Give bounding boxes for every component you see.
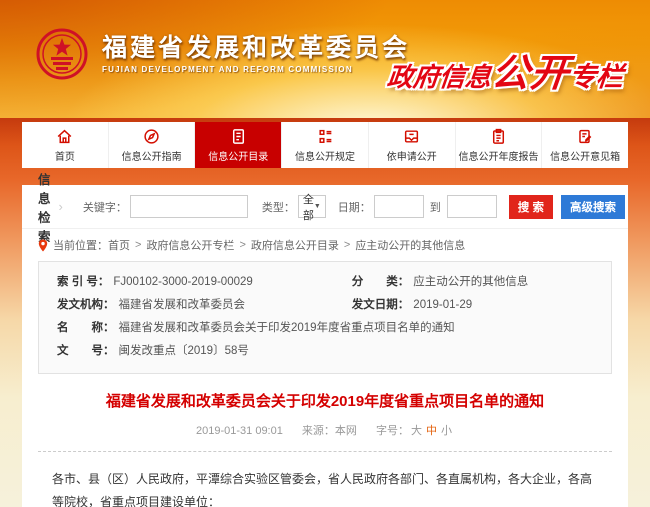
- meta-agency: 发文机构： 福建省发展和改革委员会: [57, 294, 352, 317]
- compass-icon: [143, 128, 160, 145]
- nav-item-label: 信息公开目录: [208, 148, 268, 163]
- home-icon: [56, 128, 73, 145]
- mailbox-icon: [577, 128, 594, 145]
- meta-index-label: 索 引 号：: [57, 271, 109, 294]
- nav-item-annual-report[interactable]: 信息公开年度报告: [456, 122, 543, 168]
- breadcrumb-item-column[interactable]: 政府信息公开专栏: [146, 237, 234, 253]
- breadcrumb-item-current[interactable]: 应主动公开的其他信息: [355, 237, 465, 253]
- nav-item-catalog[interactable]: 信息公开目录: [195, 122, 282, 168]
- fontsize-medium-button[interactable]: 中: [426, 425, 437, 437]
- date-to-label: 到: [430, 199, 441, 215]
- column-title: 政府信息公开专栏: [385, 42, 627, 97]
- document-meta-box: 索 引 号： FJ00102-3000-2019-00029 分 类： 应主动公…: [38, 261, 612, 374]
- keyword-label: 关键字：: [83, 199, 127, 215]
- date-from-input[interactable]: [374, 195, 424, 218]
- meta-row: 文 号： 闽发改重点〔2019〕58号: [57, 340, 593, 363]
- mail-icon: [403, 128, 420, 145]
- meta-agency-value: 福建省发展和改革委员会: [119, 294, 246, 317]
- article-paragraph-salutation: 各市、县（区）人民政府，平潭综合实验区管委会，省人民政府各部门、各直属机构，各大…: [52, 468, 598, 507]
- meta-name: 名 称： 福建省发展和改革委员会关于印发2019年度省重点项目名单的通知: [57, 317, 455, 340]
- meta-category: 分 类： 应主动公开的其他信息: [352, 271, 593, 294]
- meta-docno-value: 闽发改重点〔2019〕58号: [119, 340, 249, 363]
- article-title: 福建省发展和改革委员会关于印发2019年度省重点项目名单的通知: [22, 390, 628, 411]
- meta-docno: 文 号： 闽发改重点〔2019〕58号: [57, 340, 249, 363]
- nav-item-label: 信息公开年度报告: [458, 148, 538, 163]
- nav-item-rules[interactable]: 信息公开规定: [282, 122, 369, 168]
- main-nav: 首页 信息公开指南 信息公开目录 信息公开规定 依申请公开: [22, 122, 628, 168]
- main-panel: 信息检索 › 关键字： 类型： 全部 ▼ 日期： 到 搜 索 高级搜索 当前位置…: [22, 185, 628, 507]
- breadcrumb-item-home[interactable]: 首页: [108, 237, 130, 253]
- meta-docno-label: 文 号：: [57, 340, 115, 363]
- type-select-value: 全部: [303, 191, 314, 223]
- nav-item-guide[interactable]: 信息公开指南: [109, 122, 196, 168]
- article-body: 各市、县（区）人民政府，平潭综合实验区管委会，省人民政府各部门、各直属机构，各大…: [52, 468, 598, 507]
- meta-pubdate-label: 发文日期：: [352, 294, 410, 317]
- type-label: 类型：: [262, 199, 295, 215]
- page-background: 首页 信息公开指南 信息公开目录 信息公开规定 依申请公开: [0, 118, 650, 507]
- nav-item-label: 依申请公开: [387, 148, 437, 163]
- date-to-input[interactable]: [447, 195, 497, 218]
- site-title-en: FUJIAN DEVELOPMENT AND REFORM COMMISSION: [102, 65, 410, 74]
- advanced-search-button[interactable]: 高级搜索: [561, 195, 625, 219]
- nav-item-label: 信息公开指南: [122, 148, 182, 163]
- meta-row: 索 引 号： FJ00102-3000-2019-00029 分 类： 应主动公…: [57, 271, 593, 294]
- clipboard-icon: [490, 128, 507, 145]
- search-button[interactable]: 搜 索: [509, 195, 553, 219]
- article-source: 来源：本网: [302, 425, 357, 437]
- chevron-right-icon: ›: [59, 199, 63, 214]
- column-title-part1: 政府信息: [386, 62, 493, 92]
- site-banner: 福建省发展和改革委员会 FUJIAN DEVELOPMENT AND REFOR…: [0, 0, 650, 118]
- chevron-down-icon: ▼: [314, 203, 321, 210]
- date-label: 日期：: [338, 199, 371, 215]
- site-title: 福建省发展和改革委员会: [102, 34, 410, 63]
- nav-item-label: 信息公开意见箱: [550, 148, 620, 163]
- fontsize-small-button[interactable]: 小: [441, 425, 452, 437]
- list-icon: [317, 128, 334, 145]
- breadcrumb-separator: >: [135, 239, 141, 251]
- meta-row: 发文机构： 福建省发展和改革委员会 发文日期： 2019-01-29: [57, 294, 593, 317]
- breadcrumb-separator: >: [344, 239, 350, 251]
- meta-pubdate: 发文日期： 2019-01-29: [352, 294, 593, 317]
- publish-time: 2019-01-31 09:01: [196, 425, 283, 437]
- nav-item-home[interactable]: 首页: [22, 122, 109, 168]
- nav-item-apply[interactable]: 依申请公开: [369, 122, 456, 168]
- breadcrumb-prefix: 当前位置：: [53, 237, 108, 253]
- location-pin-icon: [38, 239, 48, 252]
- nav-item-suggestion-box[interactable]: 信息公开意见箱: [542, 122, 628, 168]
- document-icon: [230, 128, 247, 145]
- breadcrumb-separator: >: [239, 239, 245, 251]
- meta-category-label: 分 类：: [352, 271, 410, 294]
- nav-item-label: 首页: [55, 148, 75, 163]
- breadcrumb-item-catalog[interactable]: 政府信息公开目录: [251, 237, 339, 253]
- meta-name-label: 名 称：: [57, 317, 115, 340]
- fontsize-label: 字号：: [376, 425, 409, 437]
- meta-pubdate-value: 2019-01-29: [413, 294, 472, 317]
- nav-item-label: 信息公开规定: [295, 148, 355, 163]
- meta-agency-label: 发文机构：: [57, 294, 115, 317]
- fontsize-control: 字号：大中小: [376, 425, 454, 437]
- type-select[interactable]: 全部 ▼: [298, 195, 326, 218]
- breadcrumb: 当前位置： 首页 > 政府信息公开专栏 > 政府信息公开目录 > 应主动公开的其…: [22, 229, 628, 259]
- meta-category-value: 应主动公开的其他信息: [413, 271, 528, 294]
- site-brand: 福建省发展和改革委员会 FUJIAN DEVELOPMENT AND REFOR…: [36, 26, 410, 82]
- meta-index-value: FJ00102-3000-2019-00029: [113, 271, 252, 294]
- article-info: 2019-01-31 09:01 来源：本网 字号：大中小: [22, 422, 628, 438]
- meta-name-value: 福建省发展和改革委员会关于印发2019年度省重点项目名单的通知: [119, 317, 455, 340]
- column-title-part3: 专栏: [568, 62, 625, 92]
- keyword-input[interactable]: [130, 195, 248, 218]
- search-bar: 信息检索 › 关键字： 类型： 全部 ▼ 日期： 到 搜 索 高级搜索: [22, 185, 628, 229]
- national-emblem-icon: [36, 26, 88, 82]
- column-title-part2: 公开: [489, 53, 571, 95]
- search-section-label: 信息检索: [32, 169, 59, 245]
- divider-dashed: [38, 451, 612, 452]
- site-brand-text: 福建省发展和改革委员会 FUJIAN DEVELOPMENT AND REFOR…: [102, 34, 410, 75]
- meta-row: 名 称： 福建省发展和改革委员会关于印发2019年度省重点项目名单的通知: [57, 317, 593, 340]
- fontsize-large-button[interactable]: 大: [411, 425, 422, 437]
- meta-index: 索 引 号： FJ00102-3000-2019-00029: [57, 271, 352, 294]
